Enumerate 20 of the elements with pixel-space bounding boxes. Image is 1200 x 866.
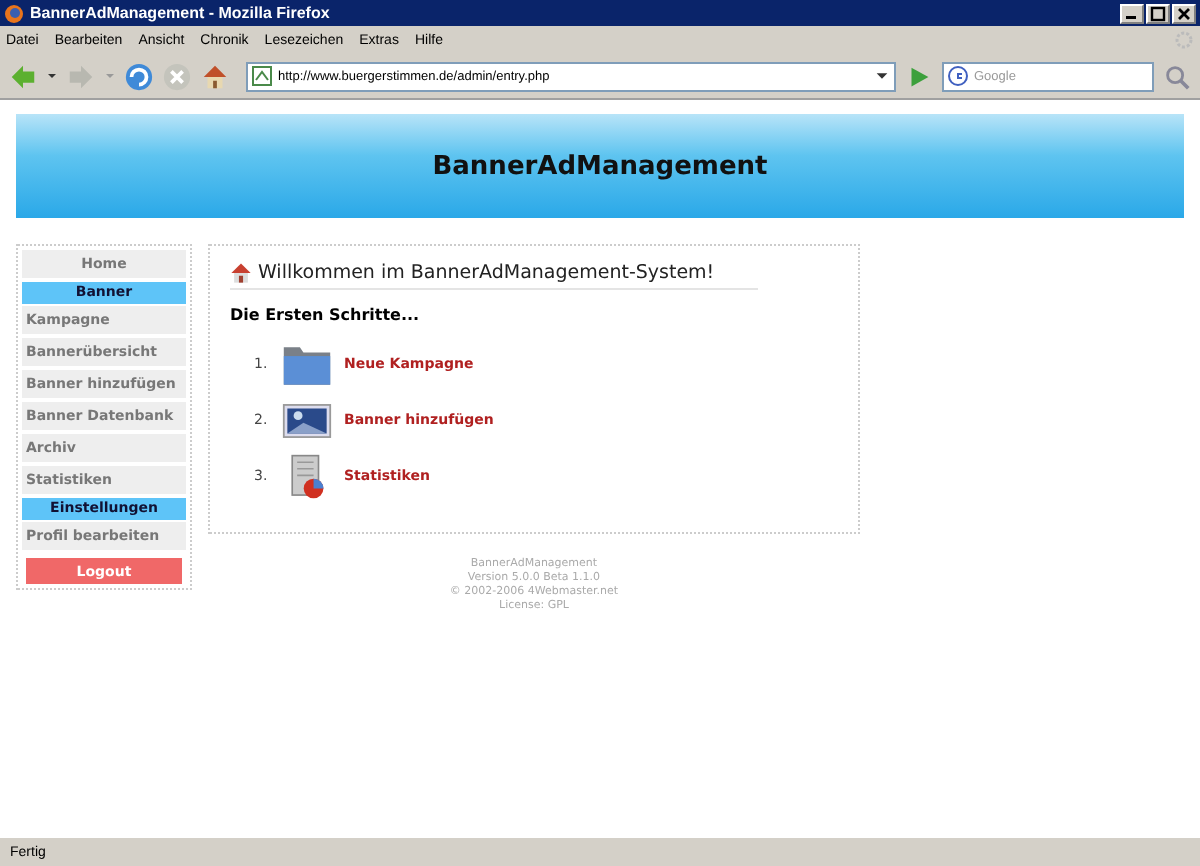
page-icon	[252, 66, 272, 86]
dropdown-icon[interactable]	[46, 70, 58, 82]
throbber-icon	[1174, 30, 1194, 50]
section-subtitle: Die Ersten Schritte...	[230, 306, 422, 324]
folder-icon	[282, 341, 332, 387]
search-icon[interactable]	[1162, 61, 1192, 91]
maximize-icon	[1150, 5, 1166, 21]
window-title: BannerAdManagement - Mozilla Firefox	[30, 4, 332, 22]
close-icon	[1176, 5, 1192, 21]
dropdown-icon[interactable]	[874, 68, 890, 84]
minimize-button[interactable]	[1120, 3, 1144, 23]
browser-logo-icon	[4, 3, 24, 23]
home-icon[interactable]	[200, 61, 230, 91]
close-button[interactable]	[1172, 3, 1196, 23]
reload-icon[interactable]	[124, 61, 154, 91]
site-title: BannerAdManagement	[432, 151, 768, 181]
minimize-icon	[1126, 16, 1136, 19]
welcome-heading: Willkommen im BannerAdManagement-System!	[258, 262, 715, 284]
home-icon	[230, 262, 252, 284]
maximize-button[interactable]	[1146, 3, 1170, 23]
